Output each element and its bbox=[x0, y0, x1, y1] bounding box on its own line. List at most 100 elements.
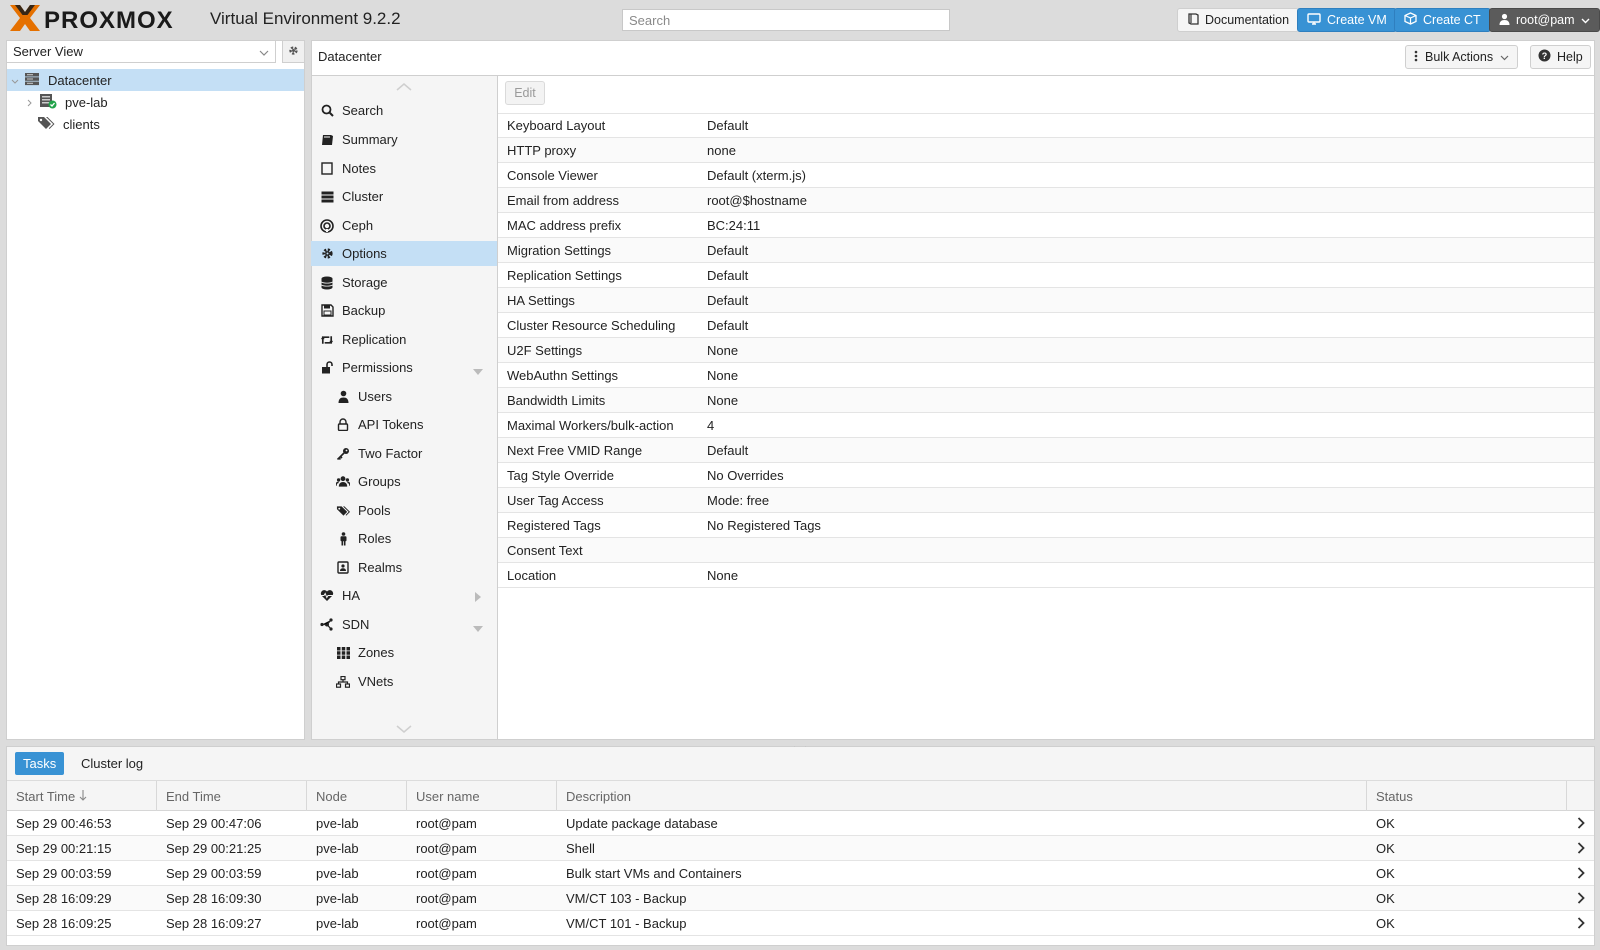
nav-label: Zones bbox=[358, 645, 395, 660]
nav-item-two-factor[interactable]: Two Factor bbox=[311, 441, 497, 466]
scroll-up-icon[interactable] bbox=[396, 80, 412, 95]
table-row[interactable]: Sep 28 16:09:29 Sep 28 16:09:30 pve-lab roo… bbox=[7, 886, 1594, 911]
task-description: VM/CT 101 - Backup bbox=[566, 915, 687, 931]
option-row[interactable]: HA Settings Default bbox=[498, 288, 1594, 313]
tasks-table-header: Start Time End Time Node User name Descr… bbox=[7, 781, 1594, 811]
table-row[interactable]: Sep 29 00:46:53 Sep 29 00:47:06 pve-lab roo… bbox=[7, 811, 1594, 836]
chevron-down-icon[interactable] bbox=[473, 620, 483, 635]
column-header-user-name[interactable]: User name bbox=[407, 781, 557, 811]
nav-item-storage[interactable]: Storage bbox=[311, 270, 497, 295]
option-row[interactable]: HTTP proxy none bbox=[498, 138, 1594, 163]
column-label: User name bbox=[416, 788, 480, 804]
nav-label: Summary bbox=[342, 132, 398, 147]
nav-item-permissions[interactable]: Permissions bbox=[311, 355, 497, 380]
option-row[interactable]: WebAuthn Settings None bbox=[498, 363, 1594, 388]
nav-item-ha[interactable]: HA bbox=[311, 583, 497, 608]
view-selector[interactable]: Server View bbox=[6, 40, 276, 63]
tree-item-clients[interactable]: clients bbox=[7, 113, 304, 135]
chevron-down-icon bbox=[1500, 50, 1509, 64]
option-row[interactable]: Registered Tags No Registered Tags bbox=[498, 513, 1594, 538]
option-row[interactable]: Tag Style Override No Overrides bbox=[498, 463, 1594, 488]
nav-item-cluster[interactable]: Cluster bbox=[311, 184, 497, 209]
chevron-right-icon[interactable] bbox=[1567, 886, 1594, 910]
task-user: root@pam bbox=[416, 915, 477, 931]
column-header-start-time[interactable]: Start Time bbox=[7, 781, 157, 811]
view-selector-value: Server View bbox=[13, 44, 83, 59]
nav-item-replication[interactable]: Replication bbox=[311, 327, 497, 352]
option-row[interactable]: MAC address prefix BC:24:11 bbox=[498, 213, 1594, 238]
nav-item-options[interactable]: Options bbox=[311, 241, 497, 266]
option-row[interactable]: Next Free VMID Range Default bbox=[498, 438, 1594, 463]
table-row[interactable]: Sep 29 00:03:59 Sep 29 00:03:59 pve-lab roo… bbox=[7, 861, 1594, 886]
nav-item-roles[interactable]: Roles bbox=[311, 526, 497, 551]
nav-item-summary[interactable]: Summary bbox=[311, 127, 497, 152]
user-menu-button[interactable]: root@pam bbox=[1489, 8, 1600, 32]
tab-cluster-log[interactable]: Cluster log bbox=[73, 752, 151, 775]
option-value: BC:24:11 bbox=[707, 217, 761, 233]
task-start-time: Sep 28 16:09:29 bbox=[16, 890, 112, 906]
bulk-actions-label: Bulk Actions bbox=[1425, 50, 1494, 64]
column-label: Description bbox=[566, 788, 632, 804]
column-header-description[interactable]: Description bbox=[557, 781, 1367, 811]
column-header-end-time[interactable]: End Time bbox=[157, 781, 307, 811]
nav-item-ceph[interactable]: Ceph bbox=[311, 213, 497, 238]
table-row[interactable]: Sep 29 00:21:15 Sep 29 00:21:25 pve-lab roo… bbox=[7, 836, 1594, 861]
option-row[interactable]: Consent Text bbox=[498, 538, 1594, 563]
nav-item-search[interactable]: Search bbox=[311, 98, 497, 123]
nav-item-sdn[interactable]: SDN bbox=[311, 612, 497, 637]
create-ct-button[interactable]: Create CT bbox=[1394, 8, 1491, 32]
task-node: pve-lab bbox=[316, 815, 359, 831]
tree-item-label: pve-lab bbox=[65, 94, 108, 110]
chevron-right-icon[interactable] bbox=[1567, 911, 1594, 935]
column-header-node[interactable]: Node bbox=[307, 781, 407, 811]
option-row[interactable]: Email from address root@$hostname bbox=[498, 188, 1594, 213]
chevron-down-icon[interactable] bbox=[473, 363, 483, 378]
option-row[interactable]: Keyboard Layout Default bbox=[498, 113, 1594, 138]
option-row[interactable]: Cluster Resource Scheduling Default bbox=[498, 313, 1594, 338]
chevron-right-icon[interactable] bbox=[1567, 861, 1594, 885]
chevron-right-icon[interactable] bbox=[1567, 811, 1594, 835]
edit-button[interactable]: Edit bbox=[505, 81, 545, 105]
tab-tasks[interactable]: Tasks bbox=[15, 752, 65, 775]
option-key: Next Free VMID Range bbox=[507, 442, 643, 458]
proxmox-logo[interactable]: PROXMOX bbox=[8, 3, 204, 33]
option-row[interactable]: Bandwidth Limits None bbox=[498, 388, 1594, 413]
scroll-down-icon[interactable] bbox=[396, 722, 412, 737]
table-row[interactable]: Sep 28 16:09:25 Sep 28 16:09:27 pve-lab roo… bbox=[7, 911, 1594, 936]
nav-item-pools[interactable]: Pools bbox=[311, 498, 497, 523]
users-icon bbox=[336, 475, 350, 489]
option-key: Replication Settings bbox=[507, 267, 622, 283]
nav-item-zones[interactable]: Zones bbox=[311, 640, 497, 665]
nav-label: Pools bbox=[358, 503, 391, 518]
option-row[interactable]: Maximal Workers/bulk-action 4 bbox=[498, 413, 1594, 438]
option-row[interactable]: U2F Settings None bbox=[498, 338, 1594, 363]
tree-item-datacenter[interactable]: Datacenter bbox=[7, 69, 304, 91]
gear-icon bbox=[287, 44, 300, 60]
notes-icon bbox=[320, 162, 334, 176]
panel-splitter[interactable] bbox=[776, 740, 824, 752]
create-vm-button[interactable]: Create VM bbox=[1297, 8, 1397, 32]
chevron-right-icon[interactable] bbox=[475, 590, 481, 605]
option-key: Maximal Workers/bulk-action bbox=[507, 417, 674, 433]
chevron-right-icon[interactable] bbox=[1567, 836, 1594, 860]
tree-settings-button[interactable] bbox=[282, 40, 305, 63]
nav-item-backup[interactable]: Backup bbox=[311, 298, 497, 323]
nav-item-users[interactable]: Users bbox=[311, 384, 497, 409]
tree-item-pve-lab[interactable]: pve-lab bbox=[7, 91, 304, 113]
option-row[interactable]: Location None bbox=[498, 563, 1594, 588]
column-header-status[interactable]: Status bbox=[1367, 781, 1567, 811]
search-input[interactable] bbox=[622, 9, 950, 31]
nav-item-realms[interactable]: Realms bbox=[311, 555, 497, 580]
nav-item-vnets[interactable]: VNets bbox=[311, 669, 497, 694]
help-button[interactable]: ? Help bbox=[1530, 45, 1591, 69]
nav-item-api-tokens[interactable]: API Tokens bbox=[311, 412, 497, 437]
task-user: root@pam bbox=[416, 815, 477, 831]
option-row[interactable]: Migration Settings Default bbox=[498, 238, 1594, 263]
bulk-actions-button[interactable]: Bulk Actions bbox=[1405, 45, 1519, 69]
nav-item-groups[interactable]: Groups bbox=[311, 469, 497, 494]
option-row[interactable]: User Tag Access Mode: free bbox=[498, 488, 1594, 513]
option-row[interactable]: Console Viewer Default (xterm.js) bbox=[498, 163, 1594, 188]
documentation-button[interactable]: Documentation bbox=[1177, 8, 1300, 32]
nav-item-notes[interactable]: Notes bbox=[311, 156, 497, 181]
option-row[interactable]: Replication Settings Default bbox=[498, 263, 1594, 288]
